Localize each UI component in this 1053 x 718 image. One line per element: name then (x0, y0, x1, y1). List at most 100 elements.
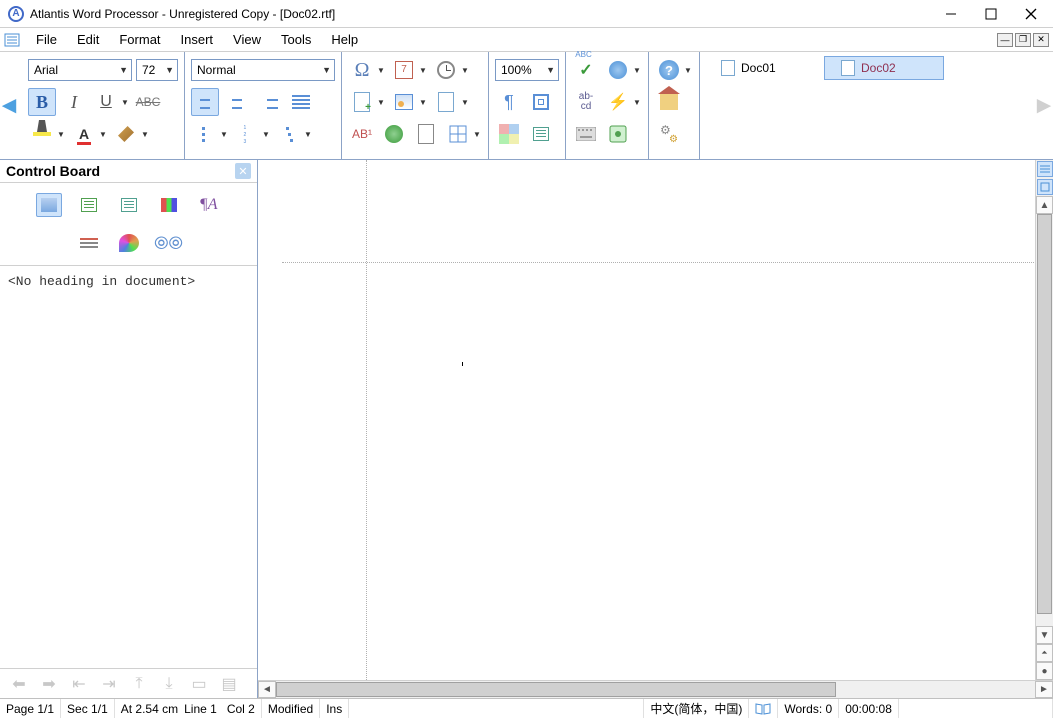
cb-nav-forward[interactable]: ➡ (36, 673, 62, 695)
status-book-icon[interactable] (749, 699, 778, 718)
cb-nav-down[interactable]: ⤓ (156, 673, 182, 695)
field-dropdown[interactable]: ▼ (460, 98, 470, 107)
status-line[interactable]: Line 1 (180, 699, 221, 718)
cb-nav-back[interactable]: ⬅ (6, 673, 32, 695)
status-modified[interactable]: Modified (262, 699, 320, 718)
bold-button[interactable]: B (28, 88, 56, 116)
bullet-list-button[interactable] (191, 120, 219, 148)
new-page-button[interactable] (348, 88, 376, 116)
underline-button[interactable]: U (92, 88, 120, 116)
ruler-toggle-icon[interactable] (1037, 161, 1053, 177)
cb-lists-tab[interactable] (156, 193, 182, 217)
status-section[interactable]: Sec 1/1 (61, 699, 115, 718)
mdi-restore-button[interactable]: ❐ (1015, 33, 1031, 47)
footnote-button[interactable]: AB¹ (348, 120, 376, 148)
document-map-button[interactable] (527, 120, 555, 148)
multilevel-list-button[interactable] (275, 120, 303, 148)
table-button[interactable] (444, 120, 472, 148)
time-dropdown[interactable]: ▼ (460, 66, 470, 75)
symbol-button[interactable]: Ω (348, 56, 376, 84)
status-page[interactable]: Page 1/1 (0, 699, 61, 718)
menu-edit[interactable]: Edit (67, 29, 109, 50)
cb-nav-collapse[interactable]: ▭ (186, 673, 212, 695)
autocorrect-button[interactable] (604, 56, 632, 84)
minimize-button[interactable] (931, 1, 971, 27)
font-family-combo[interactable]: Arial▼ (28, 59, 132, 81)
system-menu-icon[interactable] (4, 32, 20, 48)
italic-button[interactable]: I (60, 88, 88, 116)
scroll-track[interactable] (1036, 214, 1053, 626)
align-right-button[interactable] (255, 88, 283, 116)
status-words[interactable]: Words: 0 (778, 699, 839, 718)
prev-page-button[interactable]: ⏶ (1036, 644, 1053, 662)
menu-help[interactable]: Help (321, 29, 368, 50)
color-panes-button[interactable] (495, 120, 523, 148)
underline-dropdown[interactable]: ▼ (120, 98, 130, 107)
home-button[interactable] (655, 88, 683, 116)
toolbar-scroll-left[interactable]: ◄ (0, 92, 18, 120)
fullscreen-button[interactable] (527, 88, 555, 116)
cb-format-tab[interactable] (76, 231, 102, 255)
zoom-combo[interactable]: 100%▼ (495, 59, 559, 81)
autocorrect-dropdown[interactable]: ▼ (632, 66, 642, 75)
cb-bookmarks-tab[interactable] (116, 193, 142, 217)
format-brush-button[interactable] (112, 120, 140, 148)
highlight-button[interactable] (28, 120, 56, 148)
style-combo[interactable]: Normal▼ (191, 59, 335, 81)
format-brush-dropdown[interactable]: ▼ (140, 130, 150, 139)
hscroll-track[interactable] (276, 681, 1035, 698)
status-language[interactable]: 中文(简体，中国) (644, 699, 749, 718)
maximize-button[interactable] (971, 1, 1011, 27)
close-button[interactable] (1011, 1, 1051, 27)
highlight-dropdown[interactable]: ▼ (56, 130, 66, 139)
font-size-combo[interactable]: 72▼ (136, 59, 178, 81)
browse-object-button[interactable]: ● (1036, 662, 1053, 680)
status-at[interactable]: At 2.54 cm (115, 699, 180, 718)
cb-clips-tab[interactable]: ⦾⦾ (156, 231, 182, 255)
safe-button[interactable] (604, 120, 632, 148)
view-toggle-icon[interactable] (1037, 179, 1053, 195)
table-dropdown[interactable]: ▼ (472, 130, 482, 139)
menu-view[interactable]: View (223, 29, 271, 50)
mdi-close-button[interactable]: ✕ (1033, 33, 1049, 47)
status-insert-mode[interactable]: Ins (320, 699, 349, 718)
new-page-dropdown[interactable]: ▼ (376, 98, 386, 107)
cb-nav-indent[interactable]: ⇥ (96, 673, 122, 695)
hscroll-thumb[interactable] (276, 682, 836, 697)
align-justify-button[interactable] (287, 88, 315, 116)
scroll-up-button[interactable]: ▲ (1036, 196, 1053, 214)
doc-tab-1[interactable]: Doc01 (704, 56, 824, 80)
numbered-list-dropdown[interactable]: ▼ (261, 130, 271, 139)
keyboard-button[interactable] (572, 120, 600, 148)
cb-styles-tab[interactable]: ¶A (196, 193, 222, 217)
scroll-down-button[interactable]: ▼ (1036, 626, 1053, 644)
menu-file[interactable]: File (26, 29, 67, 50)
mdi-minimize-button[interactable]: — (997, 33, 1013, 47)
menu-format[interactable]: Format (109, 29, 170, 50)
scroll-left-button[interactable]: ◄ (258, 681, 276, 698)
spellcheck-button[interactable]: ✓ (572, 56, 600, 84)
lightning-button[interactable]: ⚡ (604, 88, 632, 116)
align-center-button[interactable] (223, 88, 251, 116)
cb-nav-expand[interactable]: ▤ (216, 673, 242, 695)
bullet-list-dropdown[interactable]: ▼ (219, 130, 229, 139)
symbol-dropdown[interactable]: ▼ (376, 66, 386, 75)
field-button[interactable] (432, 88, 460, 116)
menu-tools[interactable]: Tools (271, 29, 321, 50)
numbered-list-button[interactable]: 123 (233, 120, 261, 148)
time-button[interactable] (432, 56, 460, 84)
picture-button[interactable] (390, 88, 418, 116)
cb-palette-tab[interactable] (116, 231, 142, 255)
help-dropdown[interactable]: ▼ (683, 66, 693, 75)
status-timer[interactable]: 00:00:08 (839, 699, 899, 718)
lightning-dropdown[interactable]: ▼ (632, 98, 642, 107)
scroll-thumb[interactable] (1037, 214, 1052, 614)
hyphenation-button[interactable]: ab- cd (572, 88, 600, 116)
control-board-close-button[interactable]: ✕ (235, 163, 251, 179)
status-col[interactable]: Col 2 (221, 699, 262, 718)
bookmark-button[interactable] (412, 120, 440, 148)
cb-nav-outdent[interactable]: ⇤ (66, 673, 92, 695)
hyperlink-button[interactable] (380, 120, 408, 148)
doc-tab-2[interactable]: Doc02 (824, 56, 944, 80)
strikethrough-button[interactable]: ABC (134, 88, 162, 116)
